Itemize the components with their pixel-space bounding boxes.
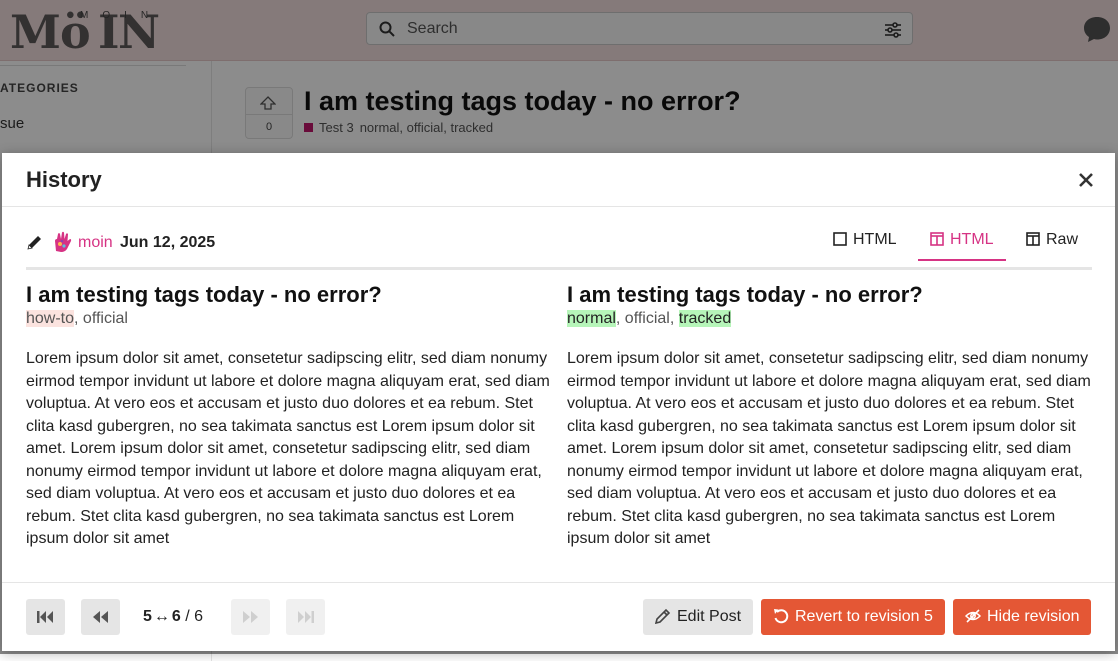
first-revision-button[interactable] (26, 599, 65, 635)
previous-revision-button[interactable] (81, 599, 120, 635)
tab-inline-html[interactable]: HTML (833, 225, 897, 263)
revision-to: 6 (171, 608, 181, 625)
modal-footer: 5 ↔ 6 / 6 Edit Post Revert to revision 5 H… (2, 582, 1115, 652)
revision-total: / 6 (185, 608, 204, 625)
revert-label: Revert to revision 5 (795, 608, 933, 625)
added-tag: tracked (678, 310, 732, 327)
kept-tag: official (82, 310, 128, 327)
modal-header: History (2, 153, 1115, 207)
removed-tag: how-to (26, 310, 75, 327)
current-title: I am testing tags today - no error? (567, 282, 923, 307)
revision-divider (26, 267, 1092, 270)
tag-separator: , official, (615, 310, 679, 327)
edit-post-label: Edit Post (677, 608, 742, 625)
first-icon (37, 611, 53, 623)
previous-body: Lorem ipsum dolor sit amet, consetetur s… (26, 350, 550, 547)
current-body: Lorem ipsum dolor sit amet, consetetur s… (567, 350, 1091, 547)
edit-post-button[interactable]: Edit Post (643, 599, 753, 635)
pencil-icon (654, 608, 671, 625)
tab-side-by-side-html[interactable]: HTML (918, 225, 1006, 261)
tab-inline-label: HTML (853, 231, 897, 248)
last-icon (298, 611, 314, 623)
next-revision-button[interactable] (231, 599, 270, 635)
eye-slash-icon (964, 609, 982, 623)
revision-counter: 5 ↔ 6 / 6 (143, 608, 203, 626)
previous-title: I am testing tags today - no error? (26, 282, 382, 307)
tab-side-label: HTML (950, 231, 994, 248)
hide-revision-label: Hide revision (987, 608, 1080, 625)
undo-icon (774, 609, 789, 624)
last-revision-button[interactable] (286, 599, 325, 635)
backward-icon (93, 611, 108, 623)
modal-title: History (26, 167, 102, 192)
revision-author[interactable]: moin (78, 234, 113, 252)
left-right-arrow-icon: ↔ (153, 608, 170, 625)
pencil-icon (27, 236, 41, 250)
revision-date: Jun 12, 2025 (120, 234, 216, 251)
revision-details: moin Jun 12, 2025 HTML HTML Raw (26, 231, 1092, 261)
hide-revision-button[interactable]: Hide revision (953, 599, 1091, 635)
square-icon (833, 232, 847, 246)
tag-separator: , (74, 310, 83, 327)
forward-icon (243, 611, 258, 623)
history-modal: History moin Jun 12, 2025 HTML HTML Raw … (2, 153, 1115, 651)
columns-icon (930, 232, 944, 246)
columns-icon (1026, 232, 1040, 246)
revert-button[interactable]: Revert to revision 5 (761, 599, 945, 635)
current-tags: normal, official, tracked (567, 310, 1095, 332)
avatar[interactable] (52, 231, 72, 253)
close-icon[interactable] (1075, 169, 1097, 191)
previous-revision: I am testing tags today - no error? how-… (26, 281, 554, 551)
revision-from: 5 (143, 608, 152, 625)
current-revision: I am testing tags today - no error? norm… (567, 281, 1095, 551)
previous-tags: how-to, official (26, 310, 554, 332)
tab-raw-label: Raw (1046, 231, 1079, 248)
tab-raw[interactable]: Raw (1026, 225, 1078, 263)
added-tag: normal (567, 310, 616, 327)
